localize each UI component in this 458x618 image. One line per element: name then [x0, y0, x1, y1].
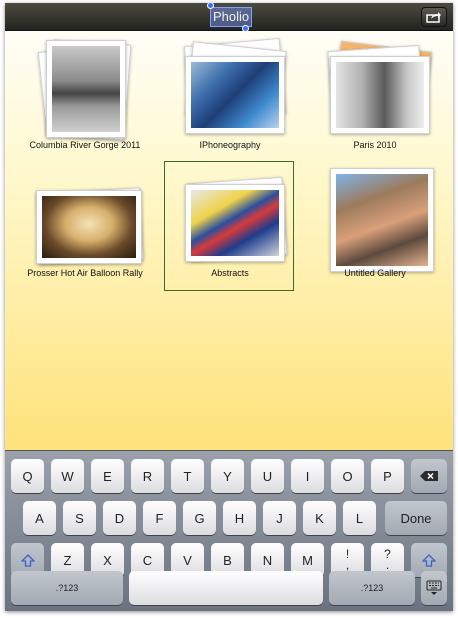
key-label: Z	[63, 552, 72, 568]
key-label: L	[355, 510, 364, 526]
key-label: P	[383, 468, 392, 484]
key-label: V	[183, 552, 192, 568]
gallery-item[interactable]: Untitled Gallery	[310, 164, 440, 284]
key-y[interactable]: Y	[211, 459, 244, 493]
gallery-label: Abstracts	[211, 268, 249, 278]
gallery-thumbnail	[46, 40, 126, 138]
gallery-item[interactable]: Abstracts	[165, 164, 295, 284]
key-label: R	[142, 468, 153, 484]
key-label: Q	[22, 468, 33, 484]
key-label: I	[305, 468, 310, 484]
backspace-icon	[420, 471, 438, 481]
gallery-thumbnail	[185, 56, 285, 134]
numbers-key-right[interactable]: .?123	[329, 571, 415, 605]
hide-keyboard-key[interactable]	[421, 571, 447, 605]
key-label: S	[75, 510, 84, 526]
gallery-label: IPhoneography	[199, 140, 261, 150]
key-label: M	[302, 552, 313, 568]
key-i[interactable]: I	[291, 459, 324, 493]
gallery-item[interactable]: Columbia River Gorge 2011	[20, 36, 150, 156]
gallery-label: Paris 2010	[353, 140, 397, 150]
key-s[interactable]: S	[63, 501, 96, 535]
key-label: O	[342, 468, 353, 484]
gallery-thumbnail	[36, 190, 142, 264]
gallery-label: Prosser Hot Air Balloon Rally	[27, 268, 143, 278]
backspace-key[interactable]	[411, 459, 447, 493]
app-window: Pholio Columbia River Gorge 2011 IPhoneo…	[5, 3, 453, 611]
key-r[interactable]: R	[131, 459, 164, 493]
done-label: Done	[400, 510, 432, 526]
key-l[interactable]: L	[343, 501, 376, 535]
key-e[interactable]: E	[91, 459, 124, 493]
on-screen-keyboard: Q W E R T Y U I O P A S D F G H J K L Do…	[5, 450, 453, 611]
key-label: B	[223, 552, 232, 568]
share-button[interactable]	[421, 7, 447, 27]
key-label: K	[315, 510, 324, 526]
numbers-key-left[interactable]: .?123	[11, 571, 123, 605]
key-t[interactable]: T	[171, 459, 204, 493]
gallery-grid: Columbia River Gorge 2011 IPhoneography	[5, 32, 453, 450]
shift-icon	[20, 553, 35, 567]
key-label: U	[262, 468, 273, 484]
key-label: H	[234, 510, 245, 526]
gallery-label: Untitled Gallery	[344, 268, 406, 278]
key-label: X	[103, 552, 112, 568]
share-arrow-icon	[426, 12, 441, 23]
key-w[interactable]: W	[51, 459, 84, 493]
key-label: J	[276, 510, 283, 526]
key-o[interactable]: O	[331, 459, 364, 493]
gallery-item[interactable]: IPhoneography	[165, 36, 295, 156]
shift-icon	[422, 553, 436, 567]
title-text[interactable]: Pholio	[213, 8, 249, 26]
gallery-thumbnail	[330, 168, 434, 272]
key-q[interactable]: Q	[11, 459, 44, 493]
gallery-thumbnail	[330, 56, 430, 134]
gallery-label: Columbia River Gorge 2011	[29, 140, 141, 150]
key-a[interactable]: A	[23, 501, 56, 535]
key-g[interactable]: G	[183, 501, 216, 535]
done-key[interactable]: Done	[385, 501, 447, 535]
title-field[interactable]: Pholio	[210, 7, 253, 27]
key-label: Y	[223, 468, 232, 484]
key-bottom-label: .	[385, 558, 390, 572]
gallery-thumbnail	[185, 184, 285, 262]
key-label: F	[155, 510, 164, 526]
key-label: G	[194, 510, 205, 526]
space-key[interactable]	[129, 571, 323, 605]
key-f[interactable]: F	[143, 501, 176, 535]
key-label: A	[35, 510, 44, 526]
selection-handle-end[interactable]	[242, 25, 249, 32]
gallery-item[interactable]: Paris 2010	[310, 36, 440, 156]
key-label: D	[114, 510, 125, 526]
numbers-label: .?123	[55, 583, 79, 593]
key-label: T	[183, 468, 192, 484]
key-label: W	[61, 468, 74, 484]
gallery-item[interactable]: Prosser Hot Air Balloon Rally	[20, 164, 150, 284]
key-d[interactable]: D	[103, 501, 136, 535]
key-j[interactable]: J	[263, 501, 296, 535]
keyboard-hide-icon	[426, 580, 442, 595]
key-bottom-label: ,	[345, 558, 350, 572]
key-label: C	[142, 552, 153, 568]
key-u[interactable]: U	[251, 459, 284, 493]
key-p[interactable]: P	[371, 459, 404, 493]
numbers-label: .?123	[360, 583, 384, 593]
key-label: N	[262, 552, 273, 568]
top-bar: Pholio	[5, 3, 453, 32]
key-k[interactable]: K	[303, 501, 336, 535]
key-h[interactable]: H	[223, 501, 256, 535]
key-label: E	[103, 468, 112, 484]
